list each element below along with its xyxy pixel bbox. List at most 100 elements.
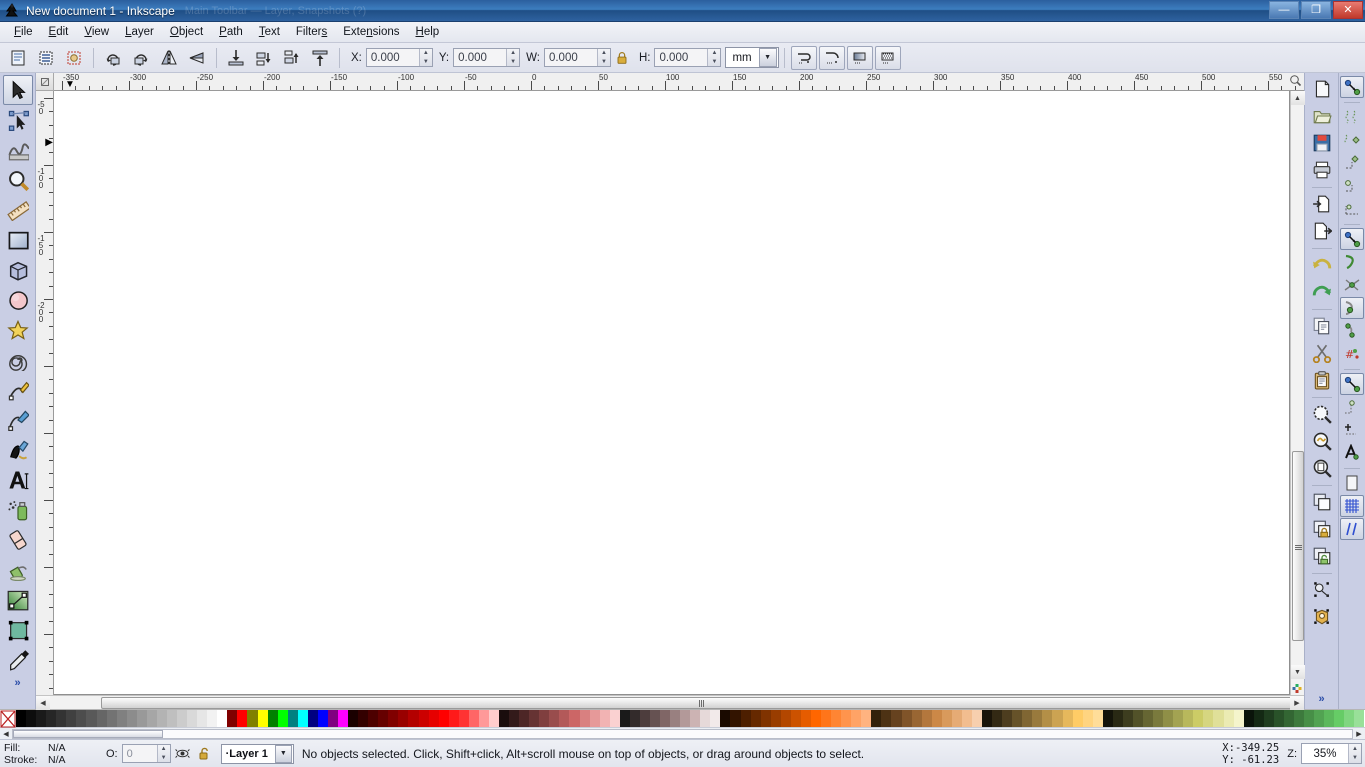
palette-swatch[interactable] xyxy=(680,710,691,727)
palette-swatch[interactable] xyxy=(1233,710,1244,727)
zoom-tool[interactable] xyxy=(3,165,33,195)
enable-snapping-icon[interactable] xyxy=(1340,76,1364,98)
rotate-90-cw-icon[interactable] xyxy=(128,46,154,70)
palette-swatch[interactable] xyxy=(86,710,97,727)
star-tool[interactable] xyxy=(3,315,33,345)
palette-swatch[interactable] xyxy=(720,710,731,727)
lower-to-bottom-icon[interactable] xyxy=(223,46,249,70)
palette-swatch[interactable] xyxy=(1263,710,1274,727)
palette-swatch[interactable] xyxy=(1072,710,1083,727)
save-document-icon[interactable] xyxy=(1309,130,1335,156)
affect-rounded-corners-icon[interactable] xyxy=(818,45,845,70)
unit-selector[interactable]: mm ▼ xyxy=(725,47,779,68)
palette-swatch[interactable] xyxy=(770,710,781,727)
cut-icon[interactable] xyxy=(1309,340,1335,366)
palette-swatch[interactable] xyxy=(619,710,630,727)
snap-object-center-icon[interactable] xyxy=(1340,396,1364,418)
palette-swatch[interactable] xyxy=(931,710,942,727)
palette-swatch[interactable] xyxy=(26,710,37,727)
palette-swatch[interactable] xyxy=(16,710,27,727)
opacity-input[interactable] xyxy=(122,745,157,762)
palette-swatch[interactable] xyxy=(1052,710,1063,727)
duplicate-icon[interactable] xyxy=(1309,489,1335,515)
rectangle-tool[interactable] xyxy=(3,225,33,255)
snap-bbox-center-icon[interactable] xyxy=(1340,198,1364,220)
palette-swatch[interactable] xyxy=(1314,710,1325,727)
palette-swatch[interactable] xyxy=(488,710,499,727)
lock-wh-ratio-icon[interactable] xyxy=(611,50,633,66)
xml-editor-icon[interactable] xyxy=(1309,604,1335,630)
vertical-scrollbar[interactable]: ▲ ▼ xyxy=(1290,91,1305,695)
palette-swatch[interactable] xyxy=(780,710,791,727)
calligraphy-tool[interactable] xyxy=(3,435,33,465)
palette-swatch[interactable] xyxy=(1032,710,1043,727)
palette-swatch[interactable] xyxy=(1344,710,1355,727)
ungroup-icon[interactable] xyxy=(1309,543,1335,569)
zoom-drawing-icon[interactable] xyxy=(1309,428,1335,454)
palette-swatch[interactable] xyxy=(670,710,681,727)
palette-swatch[interactable] xyxy=(1193,710,1204,727)
zoom-selection-icon[interactable] xyxy=(1309,401,1335,427)
w-field-input[interactable] xyxy=(544,49,597,66)
palette-swatch[interactable] xyxy=(1293,710,1304,727)
palette-swatch[interactable] xyxy=(217,710,228,727)
palette-swatch[interactable] xyxy=(951,710,962,727)
sticky-zoom-icon[interactable] xyxy=(1291,681,1305,695)
palette-swatch[interactable] xyxy=(378,710,389,727)
palette-swatch[interactable] xyxy=(881,710,892,727)
palette-swatch[interactable] xyxy=(177,710,188,727)
palette-swatch[interactable] xyxy=(438,710,449,727)
menu-file[interactable]: File xyxy=(6,24,41,40)
palette-swatch[interactable] xyxy=(911,710,922,727)
snap-bbox-edge-midpoint-icon[interactable] xyxy=(1340,175,1364,197)
palette-swatch[interactable] xyxy=(1082,710,1093,727)
snap-line-midpoint-icon[interactable]: # xyxy=(1340,343,1364,365)
palette-scroll-right[interactable]: ▶ xyxy=(1353,730,1365,738)
palette-swatch[interactable] xyxy=(609,710,620,727)
zoom-page-icon[interactable] xyxy=(1309,455,1335,481)
palette-swatch[interactable] xyxy=(1143,710,1154,727)
palette-swatch[interactable] xyxy=(690,710,701,727)
palette-scroll-track[interactable] xyxy=(12,728,1353,739)
h-field-input[interactable] xyxy=(655,49,708,66)
group-icon[interactable] xyxy=(1309,516,1335,542)
palette-swatch[interactable] xyxy=(800,710,811,727)
palette-swatch[interactable] xyxy=(1273,710,1284,727)
palette-swatch[interactable] xyxy=(187,710,198,727)
palette-swatch[interactable] xyxy=(750,710,761,727)
zoom-field[interactable]: ▲▼ xyxy=(1301,743,1362,764)
h-field-stepper[interactable]: ▲ ▼ xyxy=(707,49,721,66)
scroll-up-button[interactable]: ▲ xyxy=(1290,91,1305,105)
menu-edit[interactable]: Edit xyxy=(41,24,77,40)
command-bar-overflow-button[interactable]: » xyxy=(1318,693,1324,705)
palette-swatch[interactable] xyxy=(700,710,711,727)
copy-icon[interactable] xyxy=(1309,313,1335,339)
unlocked-layer-icon[interactable] xyxy=(195,744,215,764)
palette-swatch[interactable] xyxy=(358,710,369,727)
palette-swatch[interactable] xyxy=(388,710,399,727)
palette-swatch[interactable] xyxy=(992,710,1003,727)
maximize-button[interactable]: ❐ xyxy=(1301,1,1331,19)
x-field-stepper[interactable]: ▲ ▼ xyxy=(418,49,432,66)
palette-swatch[interactable] xyxy=(317,710,328,727)
palette-swatch[interactable] xyxy=(1283,710,1294,727)
palette-swatch[interactable] xyxy=(982,710,993,727)
palette-swatch[interactable] xyxy=(327,710,338,727)
menu-text[interactable]: Text xyxy=(251,24,288,40)
palette-swatch[interactable] xyxy=(1253,710,1264,727)
mesh-gradient-tool[interactable] xyxy=(3,615,33,645)
palette-swatch[interactable] xyxy=(579,710,590,727)
palette-swatch[interactable] xyxy=(1002,710,1013,727)
gradient-tool[interactable] xyxy=(3,585,33,615)
palette-swatch[interactable] xyxy=(458,710,469,727)
w-field[interactable]: ▲▼ xyxy=(543,48,611,67)
snap-page-border-icon[interactable] xyxy=(1340,472,1364,494)
palette-swatch[interactable] xyxy=(1243,710,1254,727)
pencil-tool[interactable] xyxy=(3,375,33,405)
open-document-icon[interactable] xyxy=(1309,103,1335,129)
undo-icon[interactable] xyxy=(1309,252,1335,278)
snap-path-intersection-icon[interactable] xyxy=(1340,274,1364,296)
palette-swatch[interactable] xyxy=(710,710,721,727)
node-tool[interactable] xyxy=(3,105,33,135)
flip-horizontal-icon[interactable] xyxy=(156,46,182,70)
